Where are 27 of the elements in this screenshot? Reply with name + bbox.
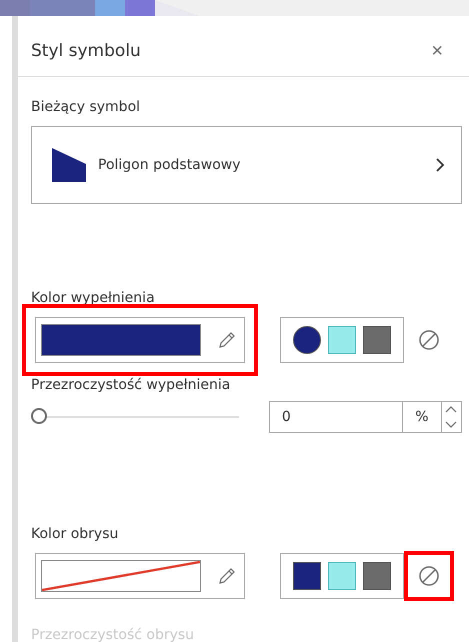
color-swatch[interactable] (292, 562, 321, 590)
pencil-icon (218, 331, 236, 349)
color-picker-field[interactable] (35, 317, 245, 363)
color-swatch[interactable] (363, 326, 392, 354)
color-swatch[interactable] (328, 326, 356, 354)
no-color-icon (418, 565, 440, 587)
section-label: Kolor obrysu (31, 526, 120, 542)
chevron-up-icon (445, 406, 458, 413)
no-color-icon (418, 329, 440, 351)
close-button[interactable]: × (427, 40, 447, 62)
symbol-name: Poligon podstawowy (98, 157, 242, 173)
no-color-button[interactable] (404, 551, 454, 601)
chevron-down-icon (445, 421, 458, 428)
slider-thumb[interactable] (31, 408, 47, 424)
color-swatch[interactable] (292, 326, 321, 354)
symbol-selector[interactable]: Poligon podstawowy (31, 126, 462, 204)
chevron-right-icon (435, 158, 445, 172)
pencil-icon (218, 567, 236, 585)
section-label: Kolor wypełnienia (31, 290, 156, 306)
section-label: Przezroczystość wypełnienia (31, 377, 232, 393)
color-swatch[interactable] (363, 562, 392, 590)
panel-title: Styl symbolu (31, 41, 141, 61)
color-picker-field[interactable] (35, 553, 245, 599)
unit-label: % (402, 402, 441, 432)
section-label: Bieżący symbol (31, 99, 142, 115)
color-swatch[interactable] (328, 562, 356, 590)
number-field[interactable]: 0 % (268, 401, 462, 433)
